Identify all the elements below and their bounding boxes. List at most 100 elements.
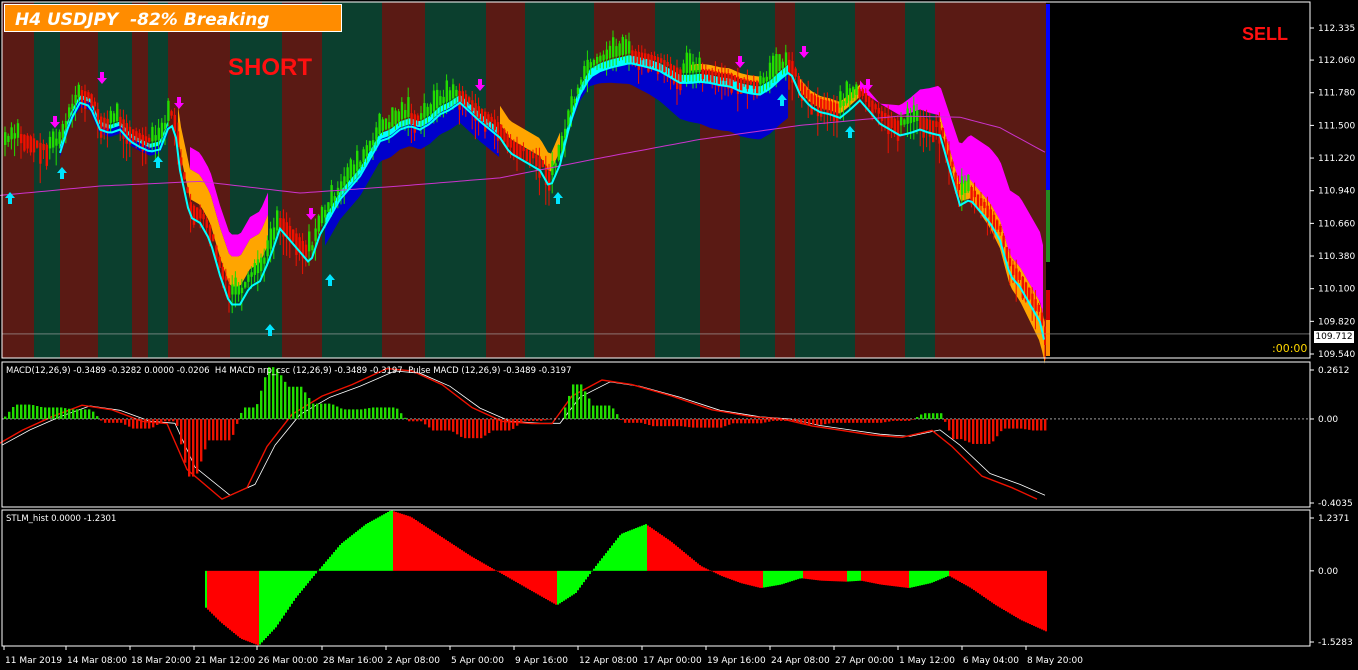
macd-hist-bar [44,407,47,419]
time-tick-label: 18 Mar 20:00 [131,656,191,666]
stlm-bar [951,570,953,578]
zone-0 [2,2,34,358]
candle-body [903,119,906,125]
stlm-bar [407,515,409,571]
macd-hist-bar [104,418,107,423]
candle-body [13,133,16,139]
stlm-bar [957,570,959,581]
candle-body [407,97,410,118]
stlm-bar [787,570,789,583]
candle-body [647,54,650,72]
stlm-bar [865,570,867,582]
stlm-bar [417,521,419,571]
stlm-bar [943,570,945,578]
candle-body [468,97,471,103]
macd-hist-bar [816,418,819,425]
macd-hist-bar [212,418,215,441]
macd-hist-bar [208,418,211,441]
macd-hist-bar [412,418,415,422]
stlm-bar [793,570,795,581]
stlm-bar [305,570,307,586]
candle-body [973,190,976,198]
macd-hist-bar [196,418,199,474]
candle-body [685,52,688,73]
stlm-bar [871,570,873,583]
candle-body [74,94,77,104]
stlm-bar [581,570,583,585]
stlm-bar [861,570,863,581]
stlm-bar [647,525,649,571]
candle-body [212,234,215,242]
macd-hist-bar [824,418,827,425]
candle-body [631,50,634,57]
macd-hist-bar [616,414,619,419]
stlm-bar [975,570,977,592]
stlm-bar [513,570,515,581]
candle-body [573,98,576,104]
stlm-bar [1041,570,1043,630]
macd-hist-bar [596,405,599,419]
stlm-bar [431,530,433,571]
candle-body [666,61,669,67]
stlm-bar [459,548,461,571]
candle-body [93,101,96,107]
macd-hist-bar [4,416,7,419]
stlm-bar [519,570,521,585]
macd-hist-bar [164,418,167,422]
macd-hist-bar [780,418,783,421]
stlm-bar [587,570,589,577]
candle-body [989,209,992,224]
zone-13 [525,2,594,358]
macd-hist-bar [952,418,955,440]
sell-signal-label: SELL [1242,24,1289,44]
stlm-bar [985,570,987,599]
candle-body [61,124,64,138]
stlm-bar [571,570,573,596]
stlm-bar [339,544,341,571]
candle-body [535,154,538,167]
price-tick-label: 111.780 [1318,89,1355,99]
candle-body [839,91,842,108]
stlm-bar [501,570,503,574]
stlm-bar [751,570,753,586]
stlm-bar [719,570,721,576]
macd-hist-bar [144,418,147,429]
stlm-bar [817,570,819,581]
candle-body [410,113,413,125]
macd-hist-bar [776,418,779,421]
candle-body [877,107,880,114]
macd-hist-bar [836,418,839,423]
zone-5 [148,2,168,358]
macd-hist-bar [660,418,663,427]
candle-body [813,95,816,106]
stlm-bar [475,558,477,571]
macd-hist-bar [448,418,451,431]
stlm-bar [261,570,263,643]
stlm-tick-label: 1.2371 [1318,514,1350,524]
macd-hist-bar [540,418,543,421]
stlm-bar [1019,570,1021,620]
stlm-bar [543,570,545,598]
macd-hist-bar [344,409,347,419]
stlm-bar [223,570,225,625]
stlm-bar [675,545,677,571]
stlm-bar [799,570,801,579]
macd-hist-bar [632,418,635,423]
macd-hist-bar [360,409,363,419]
macd-hist-bar [336,406,339,419]
stlm-bar [371,520,373,571]
stlm-bar [499,570,501,573]
stlm-bar [689,556,691,571]
macd-hist-bar [184,418,187,463]
stlm-bar [953,570,955,579]
candle-body [397,111,400,122]
macd-hist-bar [372,407,375,419]
candle-body [36,140,39,148]
candle-body [820,99,823,117]
macd-hist-bar [716,418,719,428]
macd-hist-bar [992,418,995,442]
macd-hist-bar [916,417,919,419]
bar-timer: :00:00 [1272,342,1308,355]
stlm-bar [619,535,621,571]
macd-hist-bar [64,408,67,419]
